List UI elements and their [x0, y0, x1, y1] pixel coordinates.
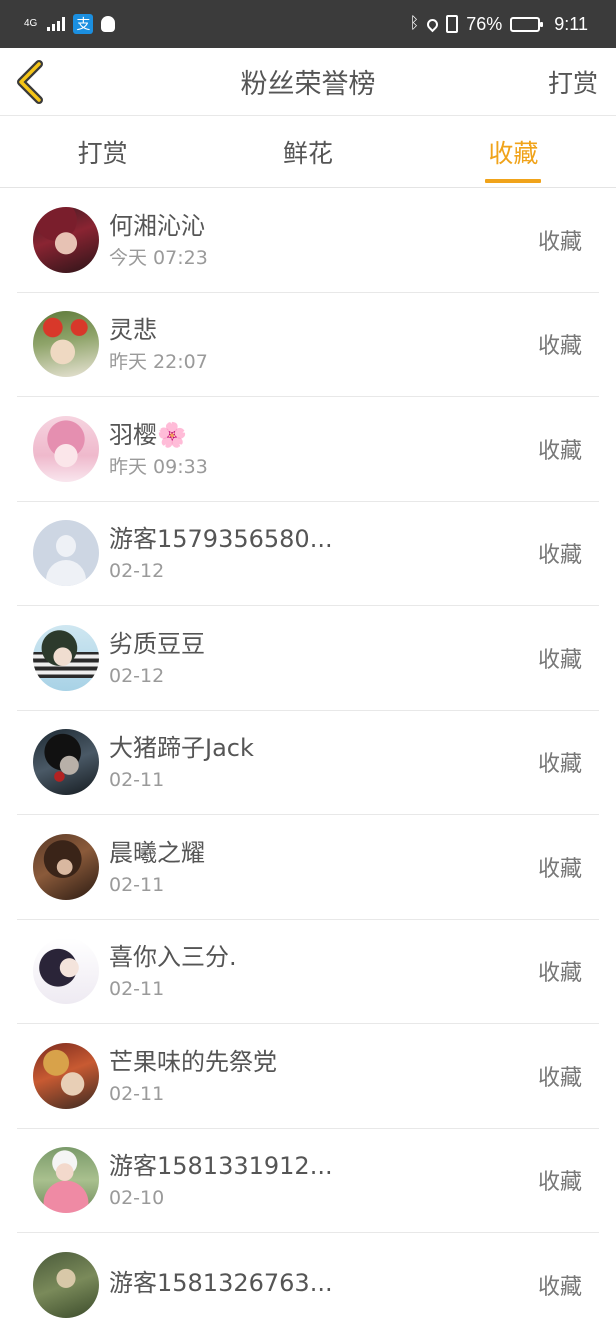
nav-bar: 粉丝荣誉榜 打赏 [0, 48, 616, 116]
item-time: 02-12 [109, 664, 165, 687]
avatar[interactable] [33, 1252, 99, 1319]
avatar[interactable] [33, 729, 99, 796]
item-text: 游客1579356580... 02-12 [109, 523, 538, 583]
user-name: 大猪蹄子Jack [109, 734, 254, 763]
list-item[interactable]: 大猪蹄子Jack 02-11 收藏 [17, 711, 599, 815]
fan-list: 何湘沁沁 今天 07:23 收藏 灵悲 昨天 22:07 收藏 羽樱🌸 昨天 0… [17, 188, 599, 1338]
location-icon [424, 16, 441, 32]
list-item[interactable]: 羽樱🌸 昨天 09:33 收藏 [17, 397, 599, 502]
bluetooth-icon: ᛒ [409, 15, 420, 32]
status-bar: 4G 支 ᛒ 76% 9:11 [0, 0, 616, 48]
item-text: 何湘沁沁 今天 07:23 [109, 210, 538, 270]
item-text: 喜你入三分. 02-11 [109, 941, 538, 1001]
item-action-label: 收藏 [537, 752, 582, 778]
item-action-label: 收藏 [537, 647, 582, 673]
item-time: 02-12 [109, 560, 165, 583]
item-action-label: 收藏 [537, 856, 582, 882]
item-action-label: 收藏 [537, 1275, 582, 1301]
avatar[interactable] [33, 624, 99, 691]
item-action-label: 收藏 [537, 543, 582, 569]
active-tab-indicator [485, 179, 542, 183]
item-action-label: 收藏 [537, 1065, 582, 1091]
avatar[interactable] [33, 415, 99, 482]
reward-button[interactable]: 打赏 [548, 64, 598, 100]
back-button[interactable] [0, 48, 60, 116]
item-time: 昨天 22:07 [109, 351, 208, 374]
battery-icon [510, 16, 544, 32]
battery-percent: 76% [466, 13, 503, 34]
network-type: 4G [24, 18, 38, 29]
item-text: 游客1581331912... 02-10 [109, 1150, 538, 1210]
list-item[interactable]: 喜你入三分. 02-11 收藏 [17, 920, 599, 1024]
user-name: 何湘沁沁 [109, 211, 205, 240]
tab-bar: 打赏 鲜花 收藏 [0, 116, 616, 188]
tab-favorites[interactable]: 收藏 [411, 116, 616, 187]
item-action-label: 收藏 [537, 961, 582, 987]
item-time: 昨天 09:33 [109, 455, 208, 478]
user-name: 灵悲 [109, 316, 157, 345]
qq-icon [101, 16, 116, 32]
list-item[interactable]: 芒果味的先祭党 02-11 收藏 [17, 1024, 599, 1129]
page-title: 粉丝荣誉榜 [240, 69, 376, 100]
item-time: 02-11 [109, 873, 165, 896]
tab-reward[interactable]: 打赏 [0, 116, 205, 187]
item-text: 劣质豆豆 02-12 [109, 628, 538, 688]
status-bar-left: 4G 支 [24, 14, 116, 34]
signal-icon [47, 17, 66, 31]
avatar[interactable] [33, 1042, 99, 1109]
status-bar-right: ᛒ 76% 9:11 [410, 14, 588, 35]
tab-flowers[interactable]: 鲜花 [205, 116, 410, 187]
chevron-left-icon [17, 59, 43, 104]
tab-label: 打赏 [77, 138, 128, 168]
avatar[interactable] [33, 938, 99, 1005]
item-action-label: 收藏 [537, 229, 582, 255]
user-name: 芒果味的先祭党 [109, 1047, 277, 1076]
item-text: 游客1581326763... [109, 1267, 538, 1303]
user-name: 游客1581331912... [109, 1152, 333, 1181]
avatar[interactable] [33, 311, 99, 378]
user-name: 劣质豆豆 [109, 629, 205, 658]
item-action-label: 收藏 [537, 438, 582, 464]
list-item[interactable]: 晨曦之耀 02-11 收藏 [17, 815, 599, 920]
list-item[interactable]: 何湘沁沁 今天 07:23 收藏 [17, 188, 599, 293]
tab-label: 收藏 [488, 138, 539, 168]
list-item[interactable]: 游客1579356580... 02-12 收藏 [17, 502, 599, 606]
item-text: 大猪蹄子Jack 02-11 [109, 732, 538, 792]
clock: 9:11 [554, 13, 588, 34]
user-name: 游客1581326763... [109, 1269, 333, 1298]
avatar[interactable] [33, 1147, 99, 1214]
item-action-label: 收藏 [537, 1170, 582, 1196]
user-name: 晨曦之耀 [109, 838, 205, 867]
item-action-label: 收藏 [537, 334, 582, 360]
item-text: 羽樱🌸 昨天 09:33 [109, 419, 538, 479]
list-item[interactable]: 游客1581331912... 02-10 收藏 [17, 1129, 599, 1233]
avatar[interactable] [33, 833, 99, 900]
vibrate-icon [446, 15, 459, 33]
item-text: 灵悲 昨天 22:07 [109, 314, 538, 374]
item-time: 02-10 [109, 1187, 165, 1210]
alipay-icon: 支 [73, 14, 94, 34]
avatar[interactable] [33, 206, 99, 273]
item-text: 芒果味的先祭党 02-11 [109, 1046, 538, 1106]
list-item[interactable]: 灵悲 昨天 22:07 收藏 [17, 293, 599, 397]
item-time: 02-11 [109, 769, 165, 792]
tab-label: 鲜花 [282, 138, 333, 168]
item-text: 晨曦之耀 02-11 [109, 837, 538, 897]
list-item[interactable]: 劣质豆豆 02-12 收藏 [17, 606, 599, 711]
user-name: 羽樱🌸 [109, 420, 187, 449]
user-name: 喜你入三分. [109, 943, 237, 972]
default-avatar-icon[interactable] [33, 520, 99, 587]
user-name: 游客1579356580... [109, 525, 333, 554]
list-item[interactable]: 游客1581326763... 收藏 [17, 1233, 599, 1338]
item-time: 今天 07:23 [109, 246, 208, 269]
item-time: 02-11 [109, 1082, 165, 1105]
item-time: 02-11 [109, 978, 165, 1001]
